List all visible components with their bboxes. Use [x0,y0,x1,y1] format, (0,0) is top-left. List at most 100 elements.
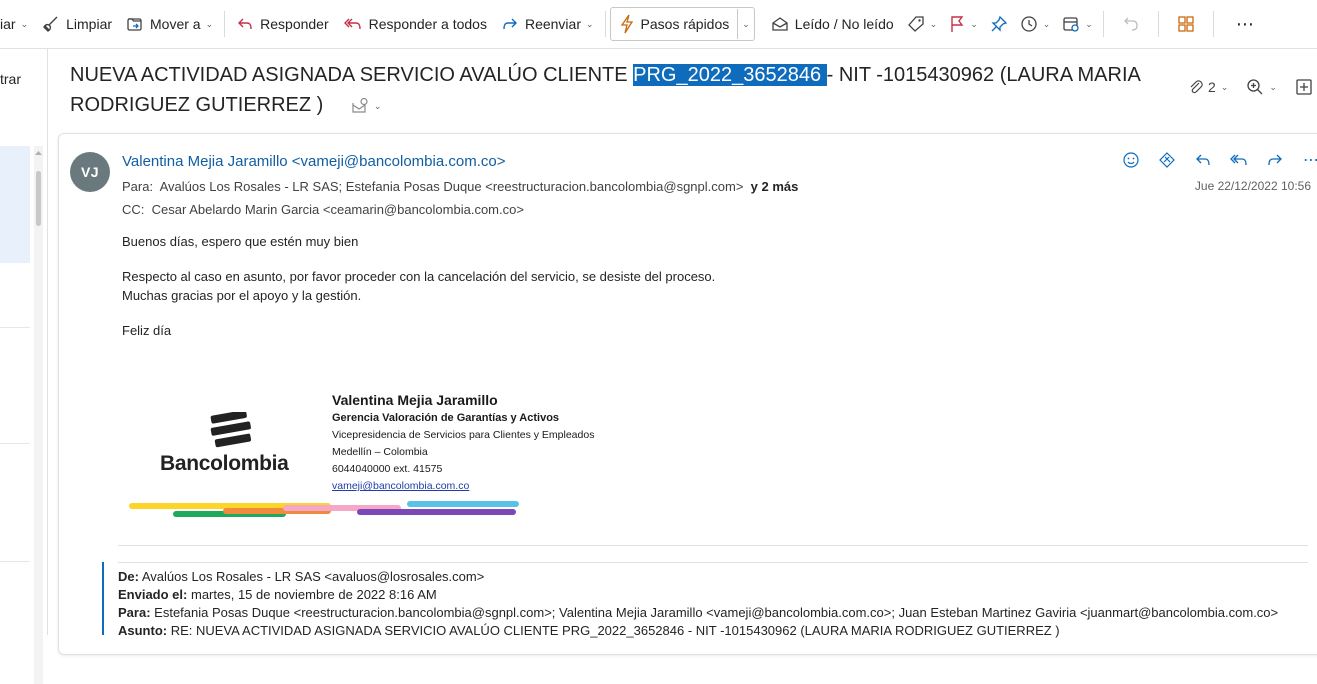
reply-icon [238,18,252,30]
reply-all-label: Responder a todos [368,16,487,32]
forward-label: Reenviar [524,16,581,32]
policy-button[interactable]: ⌄ [1056,8,1099,40]
message-actions: ⋯ [1113,150,1317,170]
card-reply-all-button[interactable] [1221,151,1257,169]
move-folder-icon [127,18,142,31]
pin-button[interactable] [984,8,1014,40]
brand-color-stripes [129,501,519,517]
to-recipients[interactable]: Avalúos Los Rosales - LR SAS; Estefania … [160,179,744,194]
signature-email-link[interactable]: vameji@bancolombia.com.co [332,480,594,492]
undo-button[interactable] [1108,8,1154,40]
list-scrollbar[interactable] [34,146,43,684]
cc-recipients[interactable]: Cesar Abelardo Marin Garcia <ceamarin@ba… [152,202,524,217]
open-new-window-button[interactable] [1295,78,1313,96]
avatar[interactable]: VJ [70,152,110,192]
to-label: Para: [122,179,154,194]
chevron-down-icon: ⌄ [1220,81,1229,92]
envelope-open-icon [772,17,788,31]
signature-divider [118,545,1308,546]
bancolombia-logo: Bancolombia [158,410,304,475]
flag-button[interactable]: ⌄ [943,8,984,40]
reply-button[interactable]: Responder [229,8,336,40]
pin-icon [991,15,1007,32]
quoted-from-label: De: [118,569,139,584]
signature-city: Medellín – Colombia [332,446,428,458]
smiley-icon [1123,152,1139,168]
move-to-button[interactable]: Mover a ⌄ [119,8,220,40]
forward-button[interactable]: Reenviar ⌄ [494,8,601,40]
loop-icon [1159,152,1175,168]
snooze-button[interactable]: ⌄ [1014,8,1057,40]
loop-button[interactable] [1149,151,1185,169]
read-unread-label: Leído / No leído [794,16,894,32]
attachments-button[interactable]: 2 ⌄ [1188,79,1228,95]
reply-all-button[interactable]: Responder a todos [336,8,494,40]
calendar-settings-icon [1063,17,1079,32]
zoom-in-icon [1247,79,1263,95]
list-divider [0,327,30,328]
more-icon: ⋯ [1235,13,1255,34]
message-date: Jue 22/12/2022 10:56 [1194,179,1311,193]
chevron-down-icon: ⌄ [1269,81,1277,92]
undo-icon [1123,17,1138,31]
recipients-line: Para: Avalúos Los Rosales - LR SAS; Este… [122,179,798,194]
signature-vp: Vicepresidencia de Servicios para Client… [332,429,595,441]
more-icon: ⋯ [1303,152,1317,169]
card-forward-button[interactable] [1257,151,1293,169]
signature-phone: 6044040000 ext. 41575 [332,463,443,475]
quoted-sent-value: martes, 15 de noviembre de 2022 8:16 AM [190,587,437,602]
card-more-button[interactable]: ⋯ [1293,150,1317,170]
quoted-sent-label: Enviado el: [118,587,188,602]
expand-window-icon [1296,79,1312,95]
zoom-button[interactable]: ⌄ [1246,78,1277,96]
read-unread-button[interactable]: Leído / No leído [764,8,901,40]
message-subject: NUEVA ACTIVIDAD ASIGNADA SERVICIO AVALÚO… [70,60,1150,121]
quick-steps-label: Pasos rápidos [640,16,730,32]
quoted-subject-label: Asunto: [118,623,168,638]
categorize-button[interactable]: ⌄ [901,8,944,40]
list-scrollbar-thumb[interactable] [36,171,41,226]
more-options-button[interactable]: ⋯ [1218,8,1273,40]
toolbar-divider [1102,11,1104,37]
list-divider [0,443,30,444]
quoted-header: De: Avalúos Los Rosales - LR SAS <avaluo… [118,568,1278,640]
quoted-sent: Enviado el: martes, 15 de noviembre de 2… [118,586,1278,604]
subject-toolbar: 2 ⌄ ⌄ [1188,78,1317,96]
toolbar-divider [224,11,226,37]
more-recipients-link[interactable]: y 2 más [751,179,799,194]
message-list-strip: trar [0,49,48,684]
chevron-down-icon: ⌄ [742,18,750,29]
body-line: Respecto al caso en asunto, por favor pr… [122,269,716,284]
filter-button[interactable]: trar [0,71,21,87]
brand-name: Bancolombia [160,452,289,475]
reply-all-icon [1230,154,1247,166]
move-to-label: Mover a [150,16,201,32]
card-reply-button[interactable] [1185,151,1221,169]
list-divider [0,561,30,562]
quoted-to: Para: Estefania Posas Duque <reestructur… [118,604,1278,622]
selected-list-item[interactable] [0,146,30,263]
reply-all-icon [343,18,361,30]
chevron-down-icon: ⌄ [929,18,938,29]
sender-name[interactable]: Valentina Mejia Jaramillo <vameji@bancol… [122,153,505,170]
quoted-from: De: Avalúos Los Rosales - LR SAS <avaluo… [118,568,1278,586]
subject-actions[interactable]: ⌄ [351,91,381,121]
quoted-subject: Asunto: RE: NUEVA ACTIVIDAD ASIGNADA SER… [118,622,1278,640]
sweep-button[interactable]: Limpiar [35,8,119,40]
scroll-up-icon[interactable] [34,149,43,157]
subject-selected-text: PRG_2022_3652846 [633,64,827,86]
reaction-button[interactable] [1113,151,1149,169]
forward-icon [503,18,517,30]
forward-icon [1268,154,1282,166]
paperclip-icon [1190,80,1203,94]
toolbar-partial-label: iar [0,16,16,32]
quick-steps-dropdown[interactable]: ⌄ [737,9,750,39]
flag-icon [951,16,964,32]
apps-button[interactable] [1163,8,1209,40]
chevron-down-icon: ⌄ [1085,18,1093,29]
quick-steps-button[interactable]: Pasos rápidos ⌄ [609,7,755,41]
signature-department: Gerencia Valoración de Garantías y Activ… [332,412,560,424]
body-closing: Feliz día [122,323,172,338]
toolbar-partial-button[interactable]: iar ⌄ [0,8,35,40]
attachment-count: 2 [1208,79,1216,95]
